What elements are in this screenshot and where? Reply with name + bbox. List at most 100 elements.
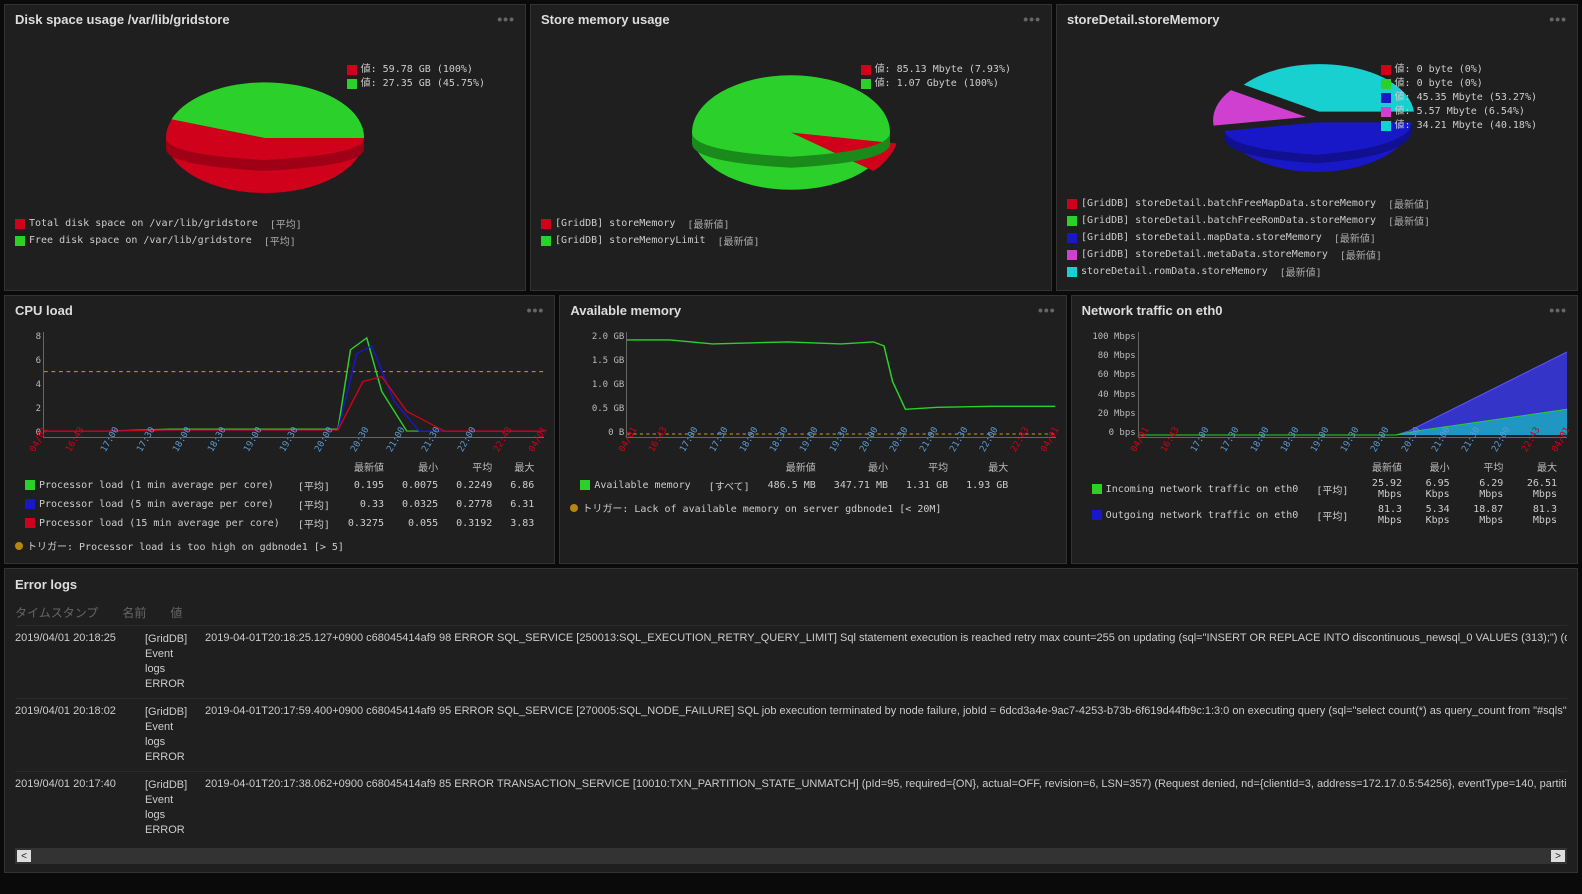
panel-network: Network traffic on eth0 ••• 100 Mbps80 Mb… bbox=[1071, 295, 1578, 564]
legend-swatch bbox=[1381, 121, 1391, 131]
panel-title: Available memory bbox=[570, 303, 681, 318]
legend-label: Free disk space on /var/lib/gridstore bbox=[29, 235, 252, 246]
legend-label: [GridDB] storeMemoryLimit bbox=[555, 235, 706, 246]
legend-label: 値: 1.07 Gbyte (100%) bbox=[875, 77, 999, 91]
legend-agg: [最新値] bbox=[1340, 247, 1382, 262]
col-name[interactable]: 名前 bbox=[122, 604, 146, 621]
legend-agg: [平均] bbox=[264, 233, 296, 248]
legend-swatch bbox=[1067, 250, 1077, 260]
chart-amem: 2.0 GB1.5 GB1.0 GB0.5 GB0 B 04/0116:4317… bbox=[570, 332, 1055, 452]
pie-chart-disk bbox=[155, 47, 375, 207]
panel-title: Network traffic on eth0 bbox=[1082, 303, 1223, 318]
legend-label: [GridDB] storeDetail.mapData.storeMemory bbox=[1081, 232, 1322, 243]
legend-swatch bbox=[25, 480, 35, 490]
legend-agg: [最新値] bbox=[718, 233, 760, 248]
legend-swatch bbox=[1067, 233, 1077, 243]
log-name: [GridDB]EventlogsERROR bbox=[145, 778, 205, 838]
panel-title: storeDetail.storeMemory bbox=[1067, 12, 1219, 27]
legend-swatch bbox=[541, 236, 551, 246]
panel-avail-memory: Available memory ••• 2.0 GB1.5 GB1.0 GB0.… bbox=[559, 295, 1066, 564]
log-name: [GridDB]EventlogsERROR bbox=[145, 632, 205, 692]
chart-net: 100 Mbps80 Mbps60 Mbps40 Mbps20 Mbps0 bp… bbox=[1082, 332, 1567, 452]
legend-swatch bbox=[347, 65, 357, 75]
stats-row: Available memory[すべて]486.5 MB347.71 MB1.… bbox=[572, 477, 1016, 494]
log-name: [GridDB]EventlogsERROR bbox=[145, 705, 205, 765]
legend-swatch bbox=[25, 518, 35, 528]
legend-swatch bbox=[1381, 93, 1391, 103]
legend-label: Total disk space on /var/lib/gridstore bbox=[29, 218, 258, 229]
legend-swatch bbox=[580, 480, 590, 490]
log-row[interactable]: 2019/04/01 20:18:25[GridDB]EventlogsERRO… bbox=[15, 625, 1567, 698]
panel-store-memory: Store memory usage ••• 値: 85.13 Mbyte (7.… bbox=[530, 4, 1052, 291]
legend-swatch bbox=[861, 65, 871, 75]
legend-swatch bbox=[15, 236, 25, 246]
panel-menu-icon[interactable]: ••• bbox=[497, 11, 515, 27]
panel-title: Disk space usage /var/lib/gridstore bbox=[15, 12, 230, 27]
legend-swatch bbox=[1381, 65, 1391, 75]
log-timestamp: 2019/04/01 20:17:40 bbox=[15, 778, 145, 790]
horizontal-scrollbar[interactable]: < > bbox=[15, 848, 1567, 864]
trigger-text: トリガー: Processor load is too high on gdbn… bbox=[27, 538, 344, 553]
panel-menu-icon[interactable]: ••• bbox=[527, 302, 545, 318]
legend-label: [GridDB] storeDetail.batchFreeRomData.st… bbox=[1081, 215, 1376, 226]
scroll-right-icon[interactable]: > bbox=[1551, 850, 1565, 862]
legend-swatch bbox=[1381, 107, 1391, 117]
stats-row: Processor load (1 min average per core)[… bbox=[17, 477, 542, 494]
col-timestamp[interactable]: タイムスタンプ bbox=[15, 604, 98, 621]
legend-swatch bbox=[1092, 484, 1102, 494]
legend-swatch bbox=[1067, 199, 1077, 209]
chart-cpu: 86420 04/0116:4317:0017:3018:0018:3019:0… bbox=[15, 332, 544, 452]
stats-row: Outgoing network traffic on eth0[平均]81.3… bbox=[1084, 503, 1565, 527]
panel-menu-icon[interactable]: ••• bbox=[1023, 11, 1041, 27]
panel-title: CPU load bbox=[15, 303, 73, 318]
log-value: 2019-04-01T20:18:25.127+0900 c68045414af… bbox=[205, 632, 1567, 644]
trigger-text: トリガー: Lack of available memory on server… bbox=[582, 500, 941, 515]
legend-swatch bbox=[347, 79, 357, 89]
legend-label: 値: 0 byte (0%) bbox=[1395, 77, 1483, 91]
legend-label: 値: 59.78 GB (100%) bbox=[361, 63, 473, 77]
panel-error-logs: Error logs タイムスタンプ 名前 値 2019/04/01 20:18… bbox=[4, 568, 1578, 873]
legend-swatch bbox=[1092, 510, 1102, 520]
legend-agg: [最新値] bbox=[1280, 264, 1322, 279]
legend-label: [GridDB] storeDetail.metaData.storeMemor… bbox=[1081, 249, 1328, 260]
legend-label: [GridDB] storeDetail.batchFreeMapData.st… bbox=[1081, 198, 1376, 209]
legend-swatch bbox=[1067, 267, 1077, 277]
panel-menu-icon[interactable]: ••• bbox=[1549, 302, 1567, 318]
panel-title: Store memory usage bbox=[541, 12, 670, 27]
legend-agg: [最新値] bbox=[1388, 213, 1430, 228]
legend-label: 値: 27.35 GB (45.75%) bbox=[361, 77, 485, 91]
panel-menu-icon[interactable]: ••• bbox=[1549, 11, 1567, 27]
log-value: 2019-04-01T20:17:59.400+0900 c68045414af… bbox=[205, 705, 1567, 717]
legend-label: 値: 45.35 Mbyte (53.27%) bbox=[1395, 91, 1537, 105]
legend-swatch bbox=[1381, 79, 1391, 89]
legend-agg: [平均] bbox=[270, 216, 302, 231]
legend-label: storeDetail.romData.storeMemory bbox=[1081, 266, 1268, 277]
legend-label: [GridDB] storeMemory bbox=[555, 218, 675, 229]
panel-store-detail: storeDetail.storeMemory ••• 値: 0 byte (0%… bbox=[1056, 4, 1578, 291]
col-value[interactable]: 値 bbox=[170, 604, 182, 621]
legend-label: 値: 0 byte (0%) bbox=[1395, 63, 1483, 77]
legend-swatch bbox=[25, 499, 35, 509]
trigger-icon bbox=[570, 504, 578, 512]
legend-swatch bbox=[1067, 216, 1077, 226]
log-row[interactable]: 2019/04/01 20:18:02[GridDB]EventlogsERRO… bbox=[15, 698, 1567, 771]
trigger-icon bbox=[15, 542, 23, 550]
panel-title: Error logs bbox=[15, 577, 1567, 592]
panel-disk-usage: Disk space usage /var/lib/gridstore ••• 値… bbox=[4, 4, 526, 291]
log-value: 2019-04-01T20:17:38.062+0900 c68045414af… bbox=[205, 778, 1567, 790]
panel-cpu-load: CPU load ••• 86420 04/0116:4317:0017:3018… bbox=[4, 295, 555, 564]
panel-menu-icon[interactable]: ••• bbox=[1038, 302, 1056, 318]
stats-row: Processor load (15 min average per core)… bbox=[17, 515, 542, 532]
legend-agg: [最新値] bbox=[687, 216, 729, 231]
legend-label: 値: 85.13 Mbyte (7.93%) bbox=[875, 63, 1011, 77]
legend-label: 値: 34.21 Mbyte (40.18%) bbox=[1395, 119, 1537, 133]
stats-row: Processor load (5 min average per core)[… bbox=[17, 496, 542, 513]
legend-swatch bbox=[861, 79, 871, 89]
log-timestamp: 2019/04/01 20:18:25 bbox=[15, 632, 145, 644]
legend-swatch bbox=[15, 219, 25, 229]
log-row[interactable]: 2019/04/01 20:17:40[GridDB]EventlogsERRO… bbox=[15, 771, 1567, 844]
legend-agg: [最新値] bbox=[1334, 230, 1376, 245]
stats-row: Incoming network traffic on eth0[平均]25.9… bbox=[1084, 477, 1565, 501]
scroll-left-icon[interactable]: < bbox=[17, 850, 31, 862]
legend-label: 値: 5.57 Mbyte (6.54%) bbox=[1395, 105, 1525, 119]
